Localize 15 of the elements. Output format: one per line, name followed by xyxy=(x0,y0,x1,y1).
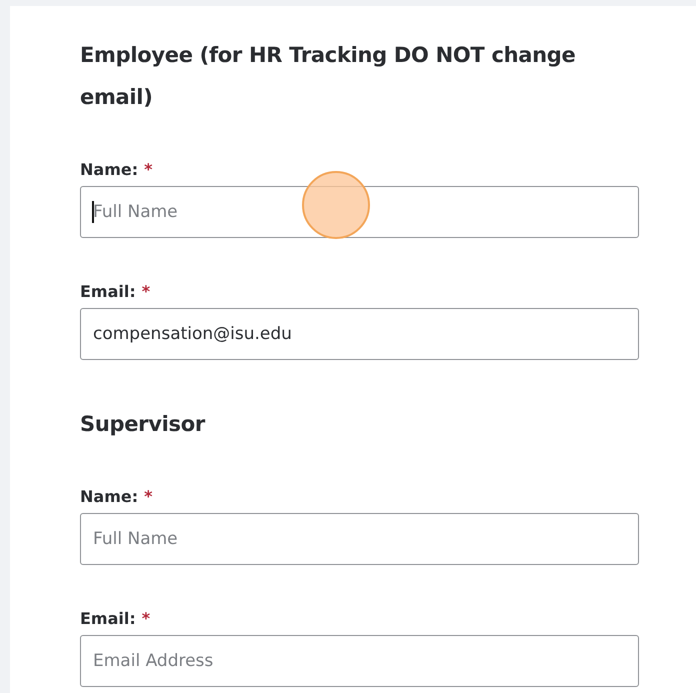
field-label: Name: xyxy=(80,159,138,181)
text-field[interactable]: compensation@isu.edu xyxy=(80,308,639,360)
text-field[interactable]: Full Name xyxy=(80,513,639,565)
field-label: Name: xyxy=(80,486,138,508)
required-mark: * xyxy=(142,281,150,303)
text-caret xyxy=(92,201,94,223)
field-label: Email: xyxy=(80,608,136,630)
field-label: Email: xyxy=(80,281,136,303)
section-heading: Employee (for HR Tracking DO NOT change email) xyxy=(80,42,576,111)
required-mark: * xyxy=(144,159,152,181)
text-field[interactable]: Email Address xyxy=(80,635,639,687)
text-field[interactable]: Full Name xyxy=(80,186,639,238)
required-mark: * xyxy=(142,608,150,630)
section-heading: Supervisor xyxy=(80,411,206,438)
required-mark: * xyxy=(144,486,152,508)
